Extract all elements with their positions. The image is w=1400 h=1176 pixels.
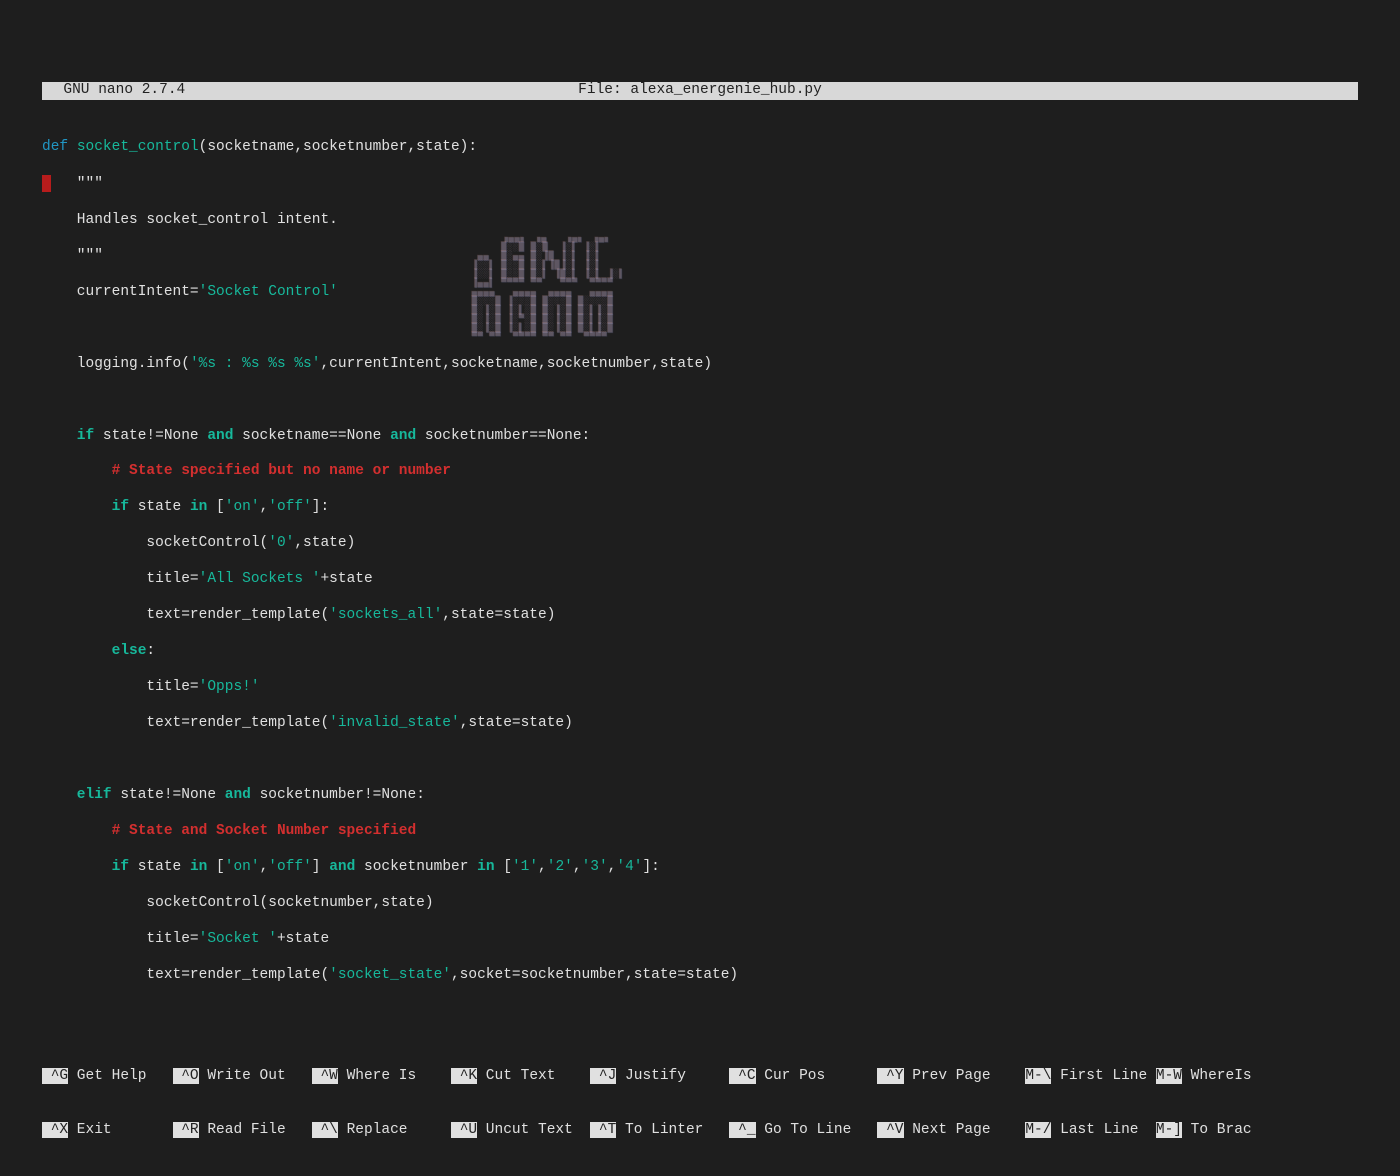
editor-area[interactable]: def socket_control(socketname,socketnumb… [42, 118, 1358, 1021]
shortcut-key: ^U [451, 1122, 477, 1138]
shortcut-label: Read File [199, 1122, 312, 1138]
comment: # State specified but no name or number [42, 463, 451, 479]
shortcut-label: First Line [1051, 1068, 1155, 1084]
shortcut-label: Exit [68, 1122, 172, 1138]
shortcut-key: ^G [42, 1068, 68, 1084]
shortcut-label: Last Line [1051, 1122, 1155, 1138]
keyword-in: in [190, 499, 216, 515]
keyword-else: else [42, 643, 146, 659]
keyword-if: if [42, 428, 103, 444]
nano-filename: File: alexa_energenie_hub.py [185, 82, 1215, 100]
shortcut-key: M-] [1156, 1122, 1182, 1138]
shortcut-key: ^O [173, 1068, 199, 1084]
shortcut-label: WhereIs [1182, 1068, 1252, 1084]
shortcut-key: M-\ [1025, 1068, 1051, 1084]
shortcut-key: ^_ [729, 1122, 755, 1138]
shortcut-label: Get Help [68, 1068, 172, 1084]
shortcut-key: ^V [877, 1122, 903, 1138]
shortcut-label: Uncut Text [477, 1122, 590, 1138]
shortcut-label: To Brac [1182, 1122, 1252, 1138]
shortcut-label: Justify [616, 1068, 729, 1084]
shortcut-label: Prev Page [904, 1068, 1026, 1084]
shortcut-key: M-/ [1025, 1122, 1051, 1138]
shortcut-key: M-W [1156, 1068, 1182, 1084]
shortcut-label: Cur Pos [756, 1068, 878, 1084]
shortcut-key: ^C [729, 1068, 755, 1084]
shortcut-label: Cut Text [477, 1068, 590, 1084]
shortcut-key: ^J [590, 1068, 616, 1084]
keyword-and: and [207, 428, 242, 444]
shortcut-key: ^W [312, 1068, 338, 1084]
shortcut-key: ^R [173, 1122, 199, 1138]
shortcut-label: Next Page [904, 1122, 1026, 1138]
shortcut-label: Where Is [338, 1068, 451, 1084]
nano-app-version: GNU nano 2.7.4 [46, 82, 185, 100]
shortcut-key: ^\ [312, 1122, 338, 1138]
shortcut-label: Replace [338, 1122, 451, 1138]
keyword-def: def [42, 139, 77, 155]
keyword-elif: elif [42, 787, 120, 803]
shortcut-key: ^X [42, 1122, 68, 1138]
shortcut-label: Write Out [199, 1068, 312, 1084]
shortcut-key: ^T [590, 1122, 616, 1138]
shortcut-key: ^Y [877, 1068, 903, 1084]
terminal-window: GNU nano 2.7.4 File: alexa_energenie_hub… [42, 82, 1358, 1176]
shortcut-key: ^K [451, 1068, 477, 1084]
nano-shortcuts: ^G Get Help ^O Write Out ^W Where Is ^K … [42, 1033, 1358, 1176]
nano-titlebar: GNU nano 2.7.4 File: alexa_energenie_hub… [42, 82, 1358, 100]
function-name: socket_control [77, 139, 199, 155]
shortcut-label: Go To Line [756, 1122, 878, 1138]
comment: # State and Socket Number specified [42, 823, 416, 839]
shortcut-label: To Linter [616, 1122, 729, 1138]
